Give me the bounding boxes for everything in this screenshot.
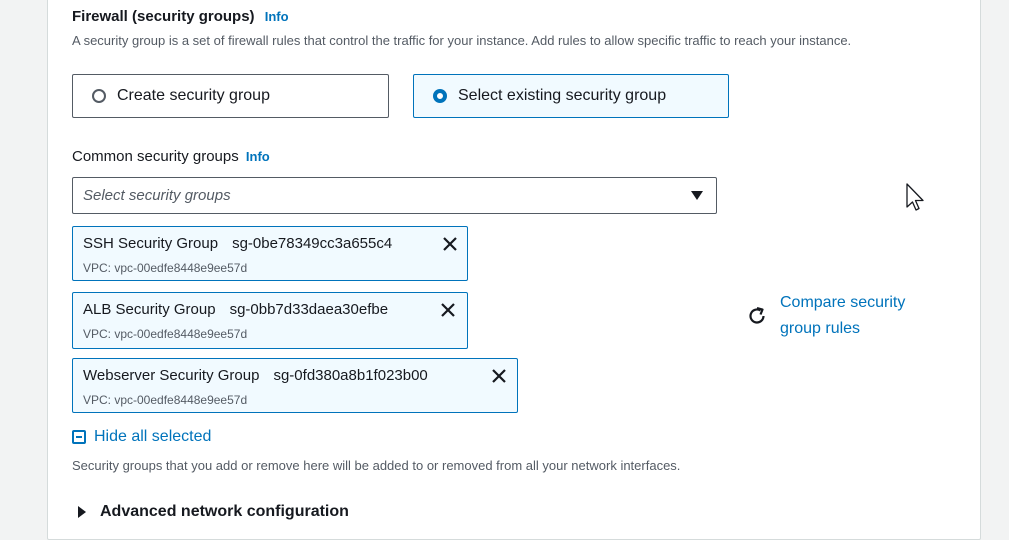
mouse-pointer-icon bbox=[906, 183, 924, 211]
firewall-title: Firewall (security groups) bbox=[72, 8, 255, 25]
compare-security-group-rules-link[interactable]: Compare security group rules bbox=[780, 290, 930, 342]
security-groups-select[interactable]: Select security groups bbox=[72, 177, 717, 214]
firewall-heading: Firewall (security groups) Info bbox=[72, 8, 289, 25]
token-group-id: sg-0fd380a8b1f023b00 bbox=[273, 367, 428, 384]
radio-existing[interactable] bbox=[433, 89, 447, 103]
hide-all-selected-toggle[interactable]: Hide all selected bbox=[72, 428, 211, 446]
selected-group-token: Webserver Security Group sg-0fd380a8b1f02… bbox=[72, 358, 518, 413]
refresh-icon[interactable] bbox=[746, 305, 768, 327]
select-existing-security-group-option[interactable]: Select existing security group bbox=[413, 74, 729, 118]
token-group-name: ALB Security Group bbox=[83, 301, 216, 318]
token-group-id: sg-0bb7d33daea30efbe bbox=[229, 301, 389, 318]
security-groups-note: Security groups that you add or remove h… bbox=[72, 458, 681, 473]
token-vpc: VPC: vpc-00edfe8448e9ee57d bbox=[83, 327, 248, 341]
create-security-group-option[interactable]: Create security group bbox=[72, 74, 389, 118]
common-security-groups-label: Common security groups Info bbox=[72, 148, 270, 165]
firewall-info-link[interactable]: Info bbox=[265, 9, 289, 24]
token-vpc: VPC: vpc-00edfe8448e9ee57d bbox=[83, 393, 248, 407]
collapse-minus-icon bbox=[72, 430, 86, 444]
select-existing-label: Select existing security group bbox=[458, 87, 667, 104]
token-group-id: sg-0be78349cc3a655c4 bbox=[232, 235, 393, 252]
selected-group-token: SSH Security Group sg-0be78349cc3a655c4 V… bbox=[72, 226, 468, 281]
radio-create[interactable] bbox=[92, 89, 106, 103]
advanced-network-configuration-expander[interactable]: Advanced network configuration bbox=[78, 503, 349, 521]
caret-down-icon bbox=[691, 191, 703, 200]
remove-close-icon[interactable] bbox=[439, 301, 457, 319]
advanced-network-configuration-label: Advanced network configuration bbox=[100, 503, 349, 520]
remove-close-icon[interactable] bbox=[441, 235, 459, 253]
caret-right-icon bbox=[78, 506, 86, 518]
select-placeholder: Select security groups bbox=[83, 187, 231, 204]
remove-close-icon[interactable] bbox=[490, 367, 508, 385]
common-groups-text: Common security groups bbox=[72, 148, 239, 165]
common-groups-info-link[interactable]: Info bbox=[246, 149, 270, 164]
token-group-name: Webserver Security Group bbox=[83, 367, 260, 384]
create-security-group-label: Create security group bbox=[117, 87, 270, 104]
selected-group-token: ALB Security Group sg-0bb7d33daea30efbe V… bbox=[72, 292, 468, 349]
firewall-description: A security group is a set of firewall ru… bbox=[72, 33, 852, 48]
token-group-name: SSH Security Group bbox=[83, 235, 219, 252]
hide-all-selected-label: Hide all selected bbox=[94, 428, 212, 445]
token-vpc: VPC: vpc-00edfe8448e9ee57d bbox=[83, 261, 248, 275]
